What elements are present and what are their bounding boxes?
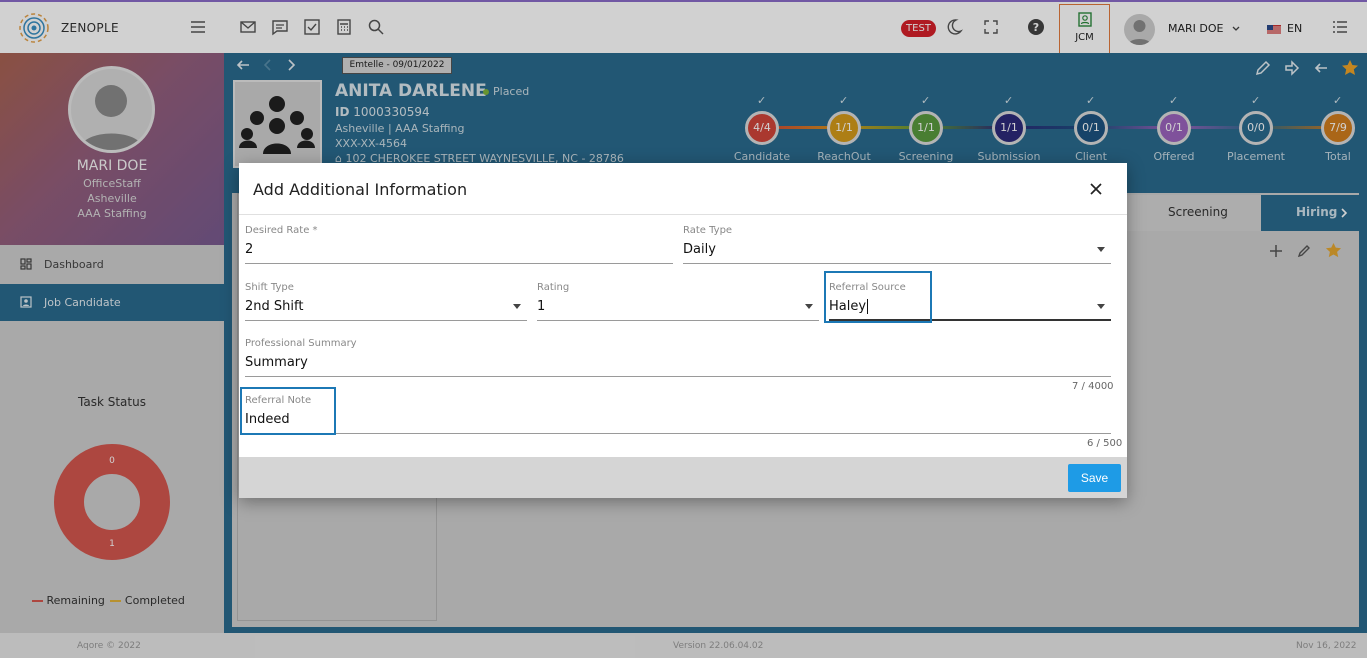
rate-type-select[interactable]: Rate Type Daily [677, 225, 1111, 264]
modal-footer: Save [239, 457, 1127, 498]
rating-select[interactable]: Rating 1 [531, 282, 819, 321]
rate-type-value: Daily [683, 242, 716, 257]
summary-char-counter: 7 / 4000 [1072, 381, 1114, 392]
modal-header: Add Additional Information [239, 163, 1127, 215]
rating-label: Rating [537, 282, 570, 293]
close-icon[interactable] [1089, 182, 1103, 196]
dropdown-caret-icon [1097, 304, 1105, 309]
shift-type-select[interactable]: Shift Type 2nd Shift [239, 282, 527, 321]
note-char-counter: 6 / 500 [1087, 438, 1123, 449]
field-underline [537, 320, 819, 321]
field-underline [245, 433, 1111, 434]
rating-value: 1 [537, 299, 546, 314]
rate-type-label: Rate Type [683, 225, 733, 236]
professional-summary-value: Summary [245, 355, 308, 370]
referral-note-field[interactable]: Referral Note Indeed [239, 395, 1111, 434]
dropdown-caret-icon [1097, 247, 1105, 252]
desired-rate-value: 2 [245, 242, 254, 257]
referral-note-highlight [240, 387, 336, 435]
shift-type-value: 2nd Shift [245, 299, 304, 314]
modal-title: Add Additional Information [253, 180, 468, 199]
field-underline [245, 376, 1111, 377]
field-underline [683, 263, 1111, 264]
referral-source-highlight [824, 271, 932, 323]
professional-summary-label: Professional Summary [245, 338, 357, 349]
desired-rate-field[interactable]: Desired Rate * 2 [239, 225, 673, 264]
dropdown-caret-icon [513, 304, 521, 309]
field-underline [245, 263, 673, 264]
save-button[interactable]: Save [1068, 464, 1121, 492]
desired-rate-label: Desired Rate * [245, 225, 318, 236]
shift-type-label: Shift Type [245, 282, 294, 293]
dropdown-caret-icon [805, 304, 813, 309]
field-underline [245, 320, 527, 321]
professional-summary-field[interactable]: Professional Summary Summary [239, 338, 1111, 377]
add-additional-information-dialog: Add Additional Information Desired Rate … [239, 163, 1127, 498]
